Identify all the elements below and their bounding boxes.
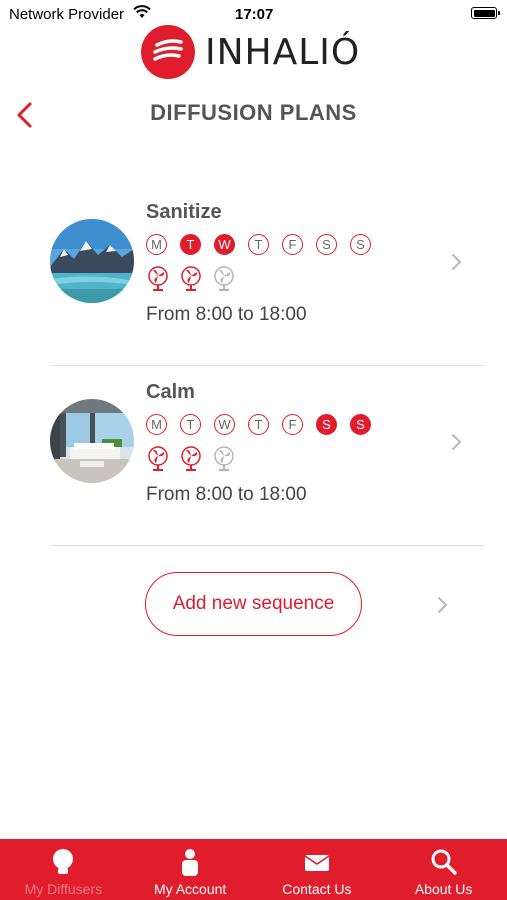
tab-my-diffusers[interactable]: My Diffusers bbox=[0, 839, 127, 900]
fan-icon bbox=[181, 446, 201, 471]
time-range: From 8:00 to 18:00 bbox=[146, 304, 307, 325]
plan-row-sanitize[interactable]: Sanitize M T W T F S S From 8:00 to 18:0… bbox=[50, 186, 484, 366]
fan-intensity bbox=[146, 446, 245, 472]
tab-label: About Us bbox=[414, 881, 473, 897]
chevron-right-icon[interactable] bbox=[436, 595, 448, 615]
day-sunday: S bbox=[350, 234, 371, 255]
page-title: DIFFUSION PLANS bbox=[150, 100, 357, 125]
battery-icon bbox=[471, 7, 500, 19]
day-sunday: S bbox=[350, 414, 371, 435]
add-sequence-button[interactable]: Add new sequence bbox=[145, 572, 362, 636]
day-friday: F bbox=[282, 234, 303, 255]
time-range: From 8:00 to 18:00 bbox=[146, 484, 307, 505]
brand-logo: INHALIÓ bbox=[141, 24, 360, 80]
day-thursday: T bbox=[248, 414, 269, 435]
plan-name: Calm bbox=[146, 381, 195, 403]
fan-icon-inactive bbox=[214, 446, 234, 471]
fan-intensity bbox=[146, 266, 245, 292]
envelope-icon bbox=[304, 855, 330, 871]
plan-row-calm[interactable]: Calm M T W T F S S From 8:00 to 18:00 bbox=[50, 366, 484, 546]
tab-label: My Account bbox=[153, 881, 227, 897]
clock: 17:07 bbox=[235, 6, 274, 23]
add-sequence-label: Add new sequence bbox=[172, 593, 335, 614]
fan-icon bbox=[181, 266, 201, 291]
person-icon bbox=[182, 849, 199, 876]
tab-label: My Diffusers bbox=[24, 881, 103, 897]
day-saturday: S bbox=[316, 234, 337, 255]
diffuser-icon bbox=[53, 849, 74, 874]
tab-my-account[interactable]: My Account bbox=[127, 839, 254, 900]
day-selector: M T W T F S S bbox=[146, 234, 384, 255]
carrier-label: Network Provider bbox=[9, 6, 125, 23]
divider bbox=[50, 545, 484, 546]
day-wednesday: W bbox=[214, 414, 235, 435]
day-tuesday: T bbox=[180, 234, 201, 255]
chevron-right-icon bbox=[452, 434, 461, 450]
tab-about-us[interactable]: About Us bbox=[380, 839, 507, 900]
plan-name: Sanitize bbox=[146, 201, 222, 223]
day-saturday: S bbox=[316, 414, 337, 435]
fan-icon bbox=[148, 266, 168, 291]
fan-icon-inactive bbox=[214, 266, 234, 291]
day-monday: M bbox=[146, 234, 167, 255]
tab-contact-us[interactable]: Contact Us bbox=[254, 839, 381, 900]
tab-bar: My Diffusers My Account Contact Us About… bbox=[0, 839, 507, 900]
day-selector: M T W T F S S bbox=[146, 414, 384, 435]
logo-mark-icon bbox=[141, 25, 195, 79]
tab-label: Contact Us bbox=[282, 881, 352, 897]
brand-name: INHALIÓ bbox=[205, 31, 361, 73]
chevron-right-icon bbox=[452, 254, 461, 270]
day-tuesday: T bbox=[180, 414, 201, 435]
day-thursday: T bbox=[248, 234, 269, 255]
search-icon bbox=[431, 849, 457, 875]
wifi-icon bbox=[133, 5, 151, 23]
day-wednesday: W bbox=[214, 234, 235, 255]
plan-image-living-room bbox=[50, 399, 134, 483]
plan-image-mountain-lake bbox=[50, 219, 134, 303]
day-friday: F bbox=[282, 414, 303, 435]
fan-icon bbox=[148, 446, 168, 471]
day-monday: M bbox=[146, 414, 167, 435]
